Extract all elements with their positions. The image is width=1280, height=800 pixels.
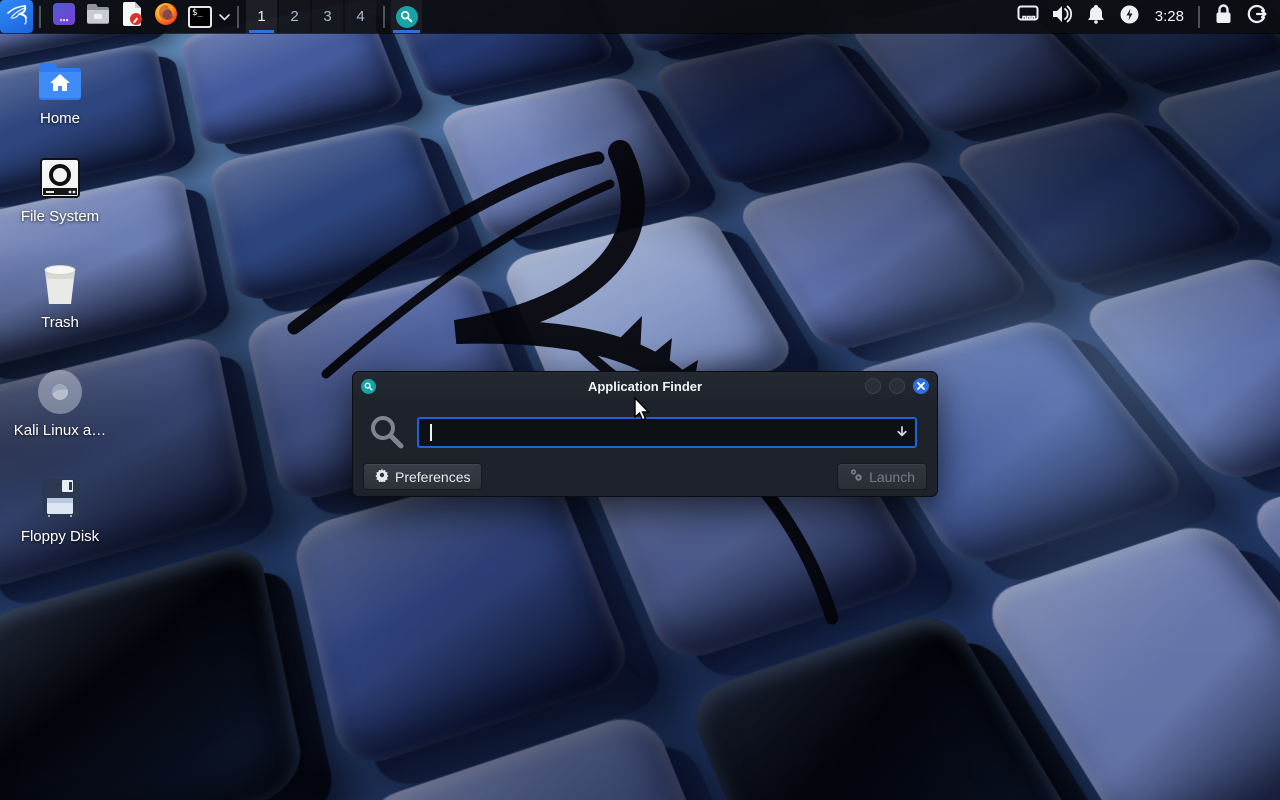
firefox-icon [154,2,178,31]
window-controls [865,378,929,394]
kali-disc-icon [36,368,84,416]
notifications-icon [1087,4,1105,29]
launch-button[interactable]: Launch [837,463,927,490]
launcher-file-manager[interactable] [83,2,113,32]
maximize-button[interactable] [889,378,905,394]
dialog-actions: Preferences Launch [353,463,937,490]
workspace-switcher: 1 2 3 4 [245,0,377,33]
desktop-icon-label: Floppy Disk [21,528,99,545]
application-finder-window: Application Finder [352,371,938,497]
launcher-text-editor[interactable] [117,2,147,32]
gear-icon [375,468,389,485]
home-folder-icon [36,56,84,104]
kali-menu-button[interactable] [0,0,33,33]
application-finder-icon [361,379,376,394]
logout-icon [1247,4,1267,29]
logout-button[interactable] [1240,0,1274,33]
launcher-firefox[interactable] [151,2,181,32]
window-title: Application Finder [353,379,937,394]
network-tray-button[interactable] [1011,0,1045,33]
preferences-button[interactable]: Preferences [363,463,482,490]
minimize-button[interactable] [865,378,881,394]
kali-dragon-icon [5,2,29,31]
notifications-tray-button[interactable] [1079,0,1113,33]
close-button[interactable] [913,378,929,394]
desktop-icon-label: Kali Linux a… [14,422,107,439]
desktop-icon-label: Trash [41,314,79,331]
close-icon [917,377,925,395]
launcher-desktop-window[interactable] [49,2,79,32]
desktop-icon-home[interactable]: Home [5,56,115,127]
window-titlebar[interactable]: Application Finder [353,372,937,400]
top-panel: $_ 1 2 3 4 [0,0,1280,33]
lock-screen-button[interactable] [1206,0,1240,33]
workspace-3[interactable]: 3 [312,0,343,33]
wallpaper-cube [0,540,307,800]
hard-drive-icon [36,154,84,202]
text-editor-icon [121,2,143,31]
desktop-icon-label: File System [21,208,99,225]
preferences-label: Preferences [395,469,470,485]
panel-separator [383,6,385,28]
search-input[interactable] [417,417,917,448]
desktop-icon-floppy-disk[interactable]: Floppy Disk [5,474,115,545]
network-icon [1017,5,1039,28]
trash-icon [36,260,84,308]
floppy-disk-icon [36,474,84,522]
volume-tray-button[interactable] [1045,0,1079,33]
desktop-window-icon [52,2,76,31]
panel-clock[interactable]: 3:28 [1147,8,1192,25]
lock-icon [1215,4,1232,29]
power-manager-tray-button[interactable] [1113,0,1147,33]
application-finder-icon [396,6,418,28]
volume-icon [1051,4,1073,29]
desktop-icon-label: Home [40,110,80,127]
desktop-icon-file-system[interactable]: File System [5,154,115,225]
panel-separator [1198,6,1200,28]
desktop-icon-trash[interactable]: Trash [5,260,115,331]
desktop-icon-kali-linux[interactable]: Kali Linux a… [5,368,115,439]
panel-separator [237,6,239,28]
panel-left-cluster: $_ 1 2 3 4 [0,0,422,33]
panel-separator [39,6,41,28]
workspace-4[interactable]: 4 [345,0,376,33]
arrow-down-icon[interactable] [895,425,909,444]
launch-label: Launch [869,469,915,485]
search-icon [369,414,405,455]
launcher-terminal[interactable]: $_ [185,2,215,32]
taskbar-application-finder[interactable] [391,0,422,33]
power-icon [1120,5,1139,29]
file-manager-icon [86,3,110,30]
terminal-dropdown-button[interactable] [217,2,231,32]
search-field-wrap [417,417,917,448]
window-body: Preferences Launch [353,400,937,498]
launch-gears-icon [849,468,863,485]
terminal-icon: $_ [188,6,212,28]
panel-right-cluster: 3:28 [1011,0,1280,33]
workspace-1[interactable]: 1 [246,0,277,33]
chevron-down-icon [219,8,230,26]
text-caret [430,424,432,441]
workspace-2[interactable]: 2 [279,0,310,33]
